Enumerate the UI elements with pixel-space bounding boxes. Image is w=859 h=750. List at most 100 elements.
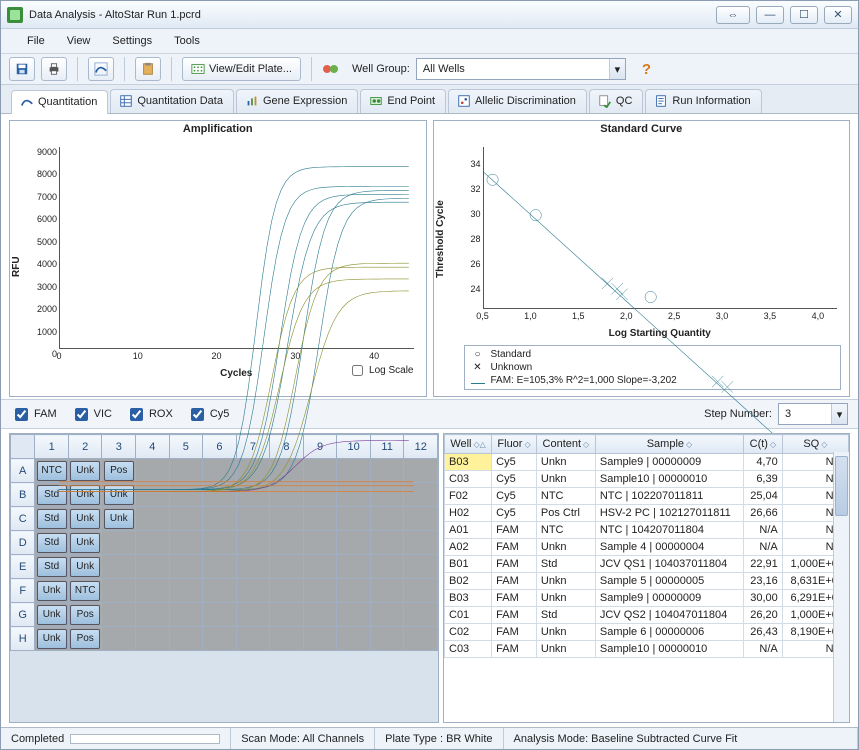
plate-cell-H1[interactable]: Unk <box>35 627 69 651</box>
plate-cell-D2[interactable]: Unk <box>68 531 102 555</box>
plate-cell-E1[interactable]: Std <box>35 555 69 579</box>
well-C2[interactable]: Unk <box>70 509 100 529</box>
plate-cell-H11[interactable] <box>370 627 404 651</box>
plate-cell-E3[interactable] <box>102 555 136 579</box>
table-row[interactable]: C02FAMUnknSample 6 | 0000000626,438,190E… <box>445 624 849 641</box>
plate-cell-F10[interactable] <box>337 579 371 603</box>
well-G2[interactable]: Pos <box>70 605 100 625</box>
plate-cell-C6[interactable] <box>203 507 237 531</box>
tab-end-point[interactable]: End Point <box>360 89 446 113</box>
plate-cell-G5[interactable] <box>169 603 203 627</box>
standard-curve-plot[interactable]: 242628303234 0,51,01,52,02,53,03,54,0 Lo… <box>449 139 844 339</box>
plate-cell-G2[interactable]: Pos <box>68 603 102 627</box>
plate-row-H[interactable]: H <box>11 627 35 651</box>
plate-cell-E7[interactable] <box>236 555 270 579</box>
plate-cell-E8[interactable] <box>270 555 304 579</box>
close-button[interactable]: ✕ <box>824 6 852 24</box>
plate-cell-D11[interactable] <box>370 531 404 555</box>
plate-cell-H6[interactable] <box>203 627 237 651</box>
plate-cell-E6[interactable] <box>203 555 237 579</box>
plate-cell-D12[interactable] <box>404 531 438 555</box>
plate-cell-C9[interactable] <box>303 507 337 531</box>
table-row[interactable]: B02FAMUnknSample 5 | 0000000523,168,631E… <box>445 573 849 590</box>
plate-cell-C7[interactable] <box>236 507 270 531</box>
plate-cell-H2[interactable]: Pos <box>68 627 102 651</box>
table-row[interactable]: H02Cy5Pos CtrlHSV-2 PC | 10212701181126,… <box>445 505 849 522</box>
col-content[interactable]: Content◇ <box>536 435 595 454</box>
plate-cell-D1[interactable]: Std <box>35 531 69 555</box>
well-G1[interactable]: Unk <box>37 605 67 625</box>
plate-cell-C5[interactable] <box>169 507 203 531</box>
plate-cell-C12[interactable] <box>404 507 438 531</box>
plate-row-G[interactable]: G <box>11 603 35 627</box>
plate-cell-F7[interactable] <box>236 579 270 603</box>
well-H2[interactable]: Pos <box>70 629 100 649</box>
plate-cell-F2[interactable]: NTC <box>68 579 102 603</box>
plate-cell-D5[interactable] <box>169 531 203 555</box>
table-row[interactable]: B01FAMStdJCV QS1 | 10403701180422,911,00… <box>445 556 849 573</box>
table-row[interactable]: F02Cy5NTCNTC | 10220701181125,04N/A <box>445 488 849 505</box>
plate-cell-G9[interactable] <box>303 603 337 627</box>
plate-cell-G10[interactable] <box>337 603 371 627</box>
well-D2[interactable]: Unk <box>70 533 100 553</box>
plate-row-F[interactable]: F <box>11 579 35 603</box>
menu-view[interactable]: View <box>65 33 93 49</box>
plate-cell-D8[interactable] <box>270 531 304 555</box>
tab-allelic-discrimination[interactable]: Allelic Discrimination <box>448 89 587 113</box>
plate-cell-F4[interactable] <box>136 579 170 603</box>
plate-cell-C1[interactable]: Std <box>35 507 69 531</box>
chart-settings-button[interactable] <box>88 57 114 81</box>
col-fluor[interactable]: Fluor◇ <box>492 435 537 454</box>
plate-cell-F5[interactable] <box>169 579 203 603</box>
plate-cell-C8[interactable] <box>270 507 304 531</box>
clipboard-button[interactable] <box>135 57 161 81</box>
plate-cell-F6[interactable] <box>203 579 237 603</box>
plate-cell-F8[interactable] <box>270 579 304 603</box>
well-D1[interactable]: Std <box>37 533 67 553</box>
plate-cell-H3[interactable] <box>102 627 136 651</box>
plate-row-C[interactable]: C <box>11 507 35 531</box>
col-c(t)[interactable]: C(t)◇ <box>744 435 783 454</box>
plate-cell-C4[interactable] <box>136 507 170 531</box>
plate-cell-F9[interactable] <box>303 579 337 603</box>
plate-cell-H7[interactable] <box>236 627 270 651</box>
plate-row-B[interactable]: B <box>11 483 35 507</box>
col-sq[interactable]: SQ◇ <box>782 435 848 454</box>
plate-cell-G8[interactable] <box>270 603 304 627</box>
plate-cell-G12[interactable] <box>404 603 438 627</box>
well-E2[interactable]: Unk <box>70 557 100 577</box>
tab-quantitation[interactable]: Quantitation <box>11 90 108 114</box>
plate-cell-G7[interactable] <box>236 603 270 627</box>
tab-gene-expression[interactable]: Gene Expression <box>236 89 358 113</box>
maximize-button[interactable]: ☐ <box>790 6 818 24</box>
table-row[interactable]: C01FAMStdJCV QS2 | 10404701180426,201,00… <box>445 607 849 624</box>
plate-cell-H4[interactable] <box>136 627 170 651</box>
plate-row-D[interactable]: D <box>11 531 35 555</box>
table-row[interactable]: B03Cy5UnknSample9 | 000000094,70N/A <box>445 454 849 471</box>
sync-button[interactable]: ⇔ <box>716 6 750 24</box>
plate-cell-C3[interactable]: Unk <box>102 507 136 531</box>
well-group-combo[interactable]: All Wells ▾ <box>416 58 626 80</box>
plate-cell-F1[interactable]: Unk <box>35 579 69 603</box>
view-edit-plate-button[interactable]: View/Edit Plate... <box>182 57 301 81</box>
plate-cell-C11[interactable] <box>370 507 404 531</box>
plate-cell-H8[interactable] <box>270 627 304 651</box>
plate-cell-D4[interactable] <box>136 531 170 555</box>
plate-cell-G6[interactable] <box>203 603 237 627</box>
plate-cell-G3[interactable] <box>102 603 136 627</box>
plate-cell-D7[interactable] <box>236 531 270 555</box>
plate-cell-H5[interactable] <box>169 627 203 651</box>
plate-cell-E5[interactable] <box>169 555 203 579</box>
plate-cell-D10[interactable] <box>337 531 371 555</box>
plate-row-A[interactable]: A <box>11 459 35 483</box>
well-E1[interactable]: Std <box>37 557 67 577</box>
help-icon[interactable]: ? <box>642 61 651 78</box>
fam-checkbox[interactable] <box>15 408 28 421</box>
plate-cell-F3[interactable] <box>102 579 136 603</box>
data-table[interactable]: Well◇△Fluor◇Content◇Sample◇C(t)◇SQ◇B03Cy… <box>444 434 849 658</box>
scrollbar-thumb[interactable] <box>835 456 848 516</box>
plate-cell-D9[interactable] <box>303 531 337 555</box>
plate-cell-F11[interactable] <box>370 579 404 603</box>
table-row[interactable]: C03Cy5UnknSample10 | 000000106,39N/A <box>445 471 849 488</box>
plate-cell-G11[interactable] <box>370 603 404 627</box>
